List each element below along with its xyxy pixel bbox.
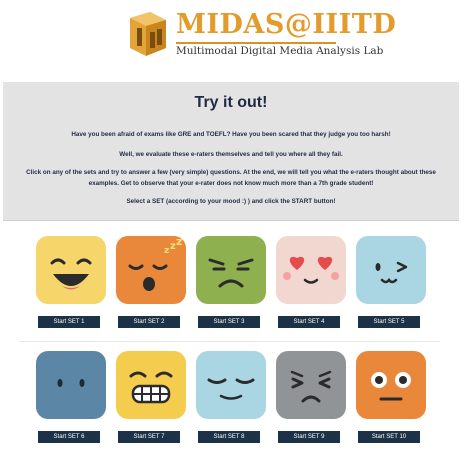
intro-paragraph-3a: Click on any of the sets and try to answ…	[26, 169, 436, 176]
intro-paragraph-2: Well, we evaluate these e-raters themsel…	[119, 151, 343, 158]
set-7-emoji[interactable]	[116, 351, 186, 419]
neutral-face-icon	[36, 351, 106, 419]
intro-panel: Try it out! Have you been afraid of exam…	[3, 82, 459, 221]
set-5-emoji[interactable]	[356, 236, 426, 304]
persevering-face-icon	[276, 351, 346, 419]
svg-text:z: z	[176, 236, 182, 248]
start-set-3-button[interactable]: Start SET 3	[198, 316, 260, 328]
start-set-9-button[interactable]: Start SET 9	[278, 431, 340, 443]
set-6-emoji[interactable]	[36, 351, 106, 419]
header: MIDAS@IIITD Multimodal Digital Media Ana…	[0, 0, 464, 72]
set-1-emoji[interactable]	[36, 236, 106, 304]
start-set-8-button[interactable]: Start SET 8	[198, 431, 260, 443]
page-title: Try it out!	[194, 94, 268, 111]
set-9-emoji[interactable]	[276, 351, 346, 419]
set-8-emoji[interactable]	[196, 351, 266, 419]
logo-underline	[176, 42, 336, 44]
intro-paragraph-1: Have you been afraid of exams like GRE a…	[71, 131, 391, 138]
logo-subtitle: Multimodal Digital Media Analysis Lab	[176, 45, 384, 57]
logo-title: MIDAS@IIITD	[176, 9, 397, 40]
start-set-5-button[interactable]: Start SET 5	[358, 316, 420, 328]
start-set-2-button[interactable]: Start SET 2	[118, 316, 180, 328]
relieved-face-icon	[196, 351, 266, 419]
set-10-emoji[interactable]	[356, 351, 426, 419]
start-set-4-button[interactable]: Start SET 4	[278, 316, 340, 328]
start-set-7-button[interactable]: Start SET 7	[118, 431, 180, 443]
set-2-emoji[interactable]: z z z	[116, 236, 186, 304]
start-set-1-button[interactable]: Start SET 1	[38, 316, 100, 328]
sleeping-face-icon: z z z	[116, 236, 186, 304]
svg-text:z: z	[164, 246, 169, 256]
intro-paragraph-4: Select a SET (according to your mood :) …	[126, 198, 336, 205]
start-set-6-button[interactable]: Start SET 6	[38, 431, 100, 443]
intro-paragraph-3b: examples. Get to observe that your e-rat…	[88, 180, 374, 187]
start-set-10-button[interactable]: Start SET 10	[358, 431, 420, 443]
set-4-emoji[interactable]	[276, 236, 346, 304]
midas-logo-icon	[130, 12, 166, 56]
grimacing-face-icon	[116, 351, 186, 419]
row-divider	[20, 341, 440, 342]
surprised-face-icon	[356, 351, 426, 419]
winking-face-icon	[356, 236, 426, 304]
grinning-face-icon	[36, 236, 106, 304]
heart-eyes-face-icon	[276, 236, 346, 304]
set-3-emoji[interactable]	[196, 236, 266, 304]
frowning-face-icon	[196, 236, 266, 304]
